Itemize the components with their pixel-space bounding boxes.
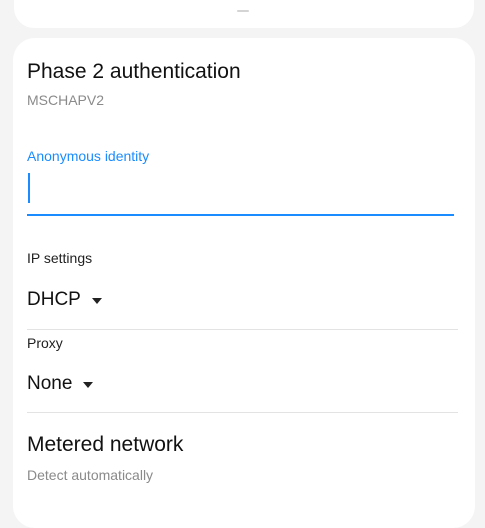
anonymous-identity-input[interactable] xyxy=(27,168,454,216)
divider xyxy=(27,412,458,413)
metered-network-title: Metered network xyxy=(27,433,184,456)
phase2-authentication-title: Phase 2 authentication xyxy=(27,60,241,83)
proxy-dropdown[interactable]: None xyxy=(27,370,94,398)
divider xyxy=(27,329,458,330)
ip-settings-label: IP settings xyxy=(27,250,93,266)
input-underline xyxy=(27,214,454,216)
ip-settings-value: DHCP xyxy=(27,289,81,310)
phase2-authentication-value: MSCHAPV2 xyxy=(27,92,105,108)
text-cursor xyxy=(28,173,30,203)
ip-settings-dropdown[interactable]: DHCP xyxy=(27,286,102,314)
metered-network-value: Detect automatically xyxy=(27,467,154,483)
previous-card xyxy=(14,0,474,28)
triangle-down-icon xyxy=(91,298,102,304)
phase2-authentication-row[interactable]: Phase 2 authentication MSCHAPV2 xyxy=(27,55,458,125)
drag-handle[interactable] xyxy=(237,10,249,12)
metered-network-row[interactable]: Metered network Detect automatically xyxy=(27,428,458,498)
proxy-label: Proxy xyxy=(27,335,63,351)
proxy-value: None xyxy=(27,373,73,394)
triangle-down-icon xyxy=(83,382,94,388)
anonymous-identity-label: Anonymous identity xyxy=(27,148,150,164)
